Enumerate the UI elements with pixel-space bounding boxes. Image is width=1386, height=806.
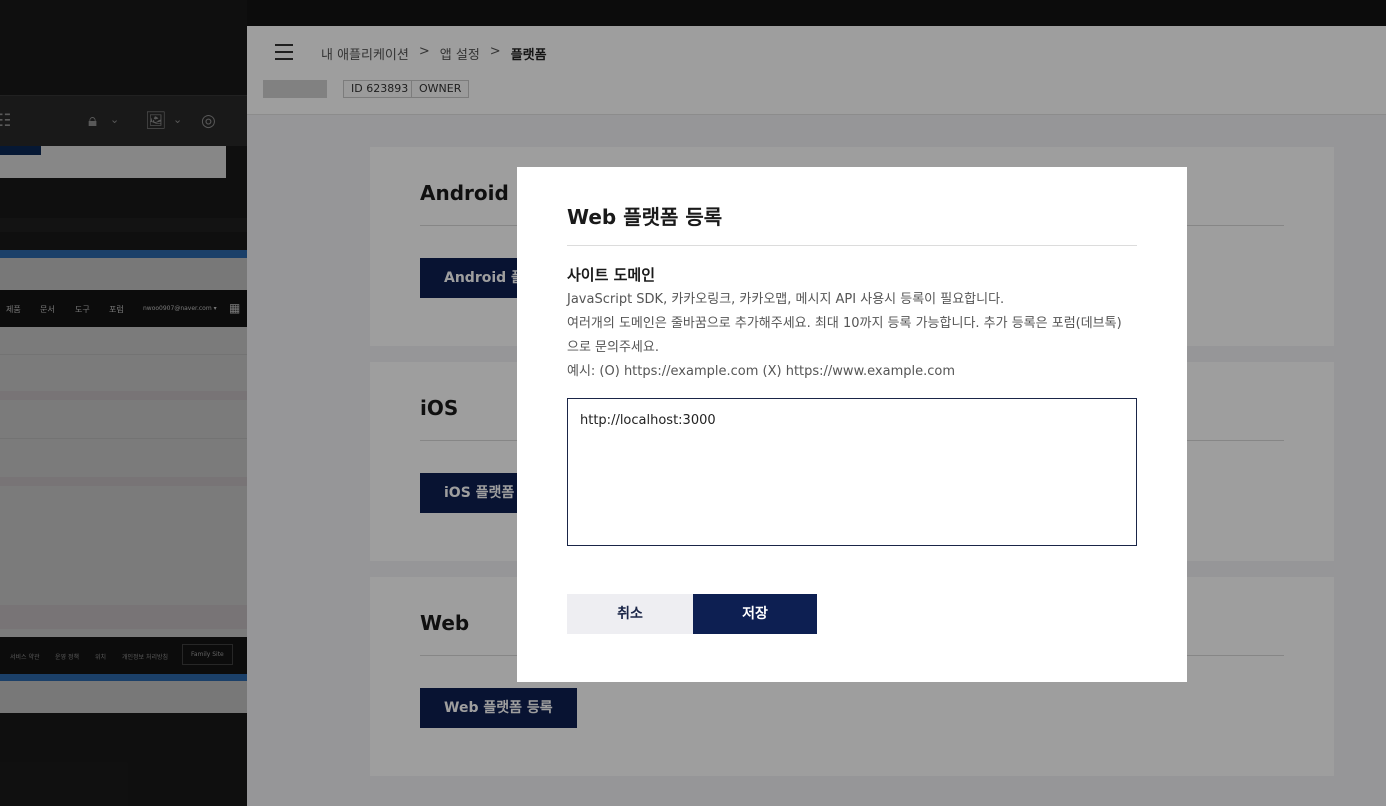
background-shade (0, 0, 247, 806)
description-line: 으로 문의주세요. (567, 340, 659, 355)
modal-title: Web 플랫폼 등록 (567, 205, 723, 229)
description-line: 예시: (O) https://example.com (X) https://… (567, 364, 955, 379)
save-button[interactable]: 저장 (693, 594, 817, 634)
site-domain-label: 사이트 도메인 (567, 266, 656, 284)
description-line: 여러개의 도메인은 줄바꿈으로 추가해주세요. 최대 10까지 등록 가능합니다… (567, 316, 1122, 331)
web-platform-register-modal: Web 플랫폼 등록 사이트 도메인 JavaScript SDK, 카카오링크… (517, 167, 1187, 682)
description-line: JavaScript SDK, 카카오링크, 카카오맵, 메시지 API 사용시… (567, 292, 1005, 307)
site-domain-input[interactable]: http://localhost:3000 (567, 398, 1137, 546)
site-domain-description: JavaScript SDK, 카카오링크, 카카오맵, 메시지 API 사용시… (567, 288, 1147, 384)
cancel-button[interactable]: 취소 (567, 594, 693, 634)
modal-divider (567, 245, 1137, 246)
background-window: ☷ 🔒︎ ⌄ 🖼︎ ⌄ ◎ 제품 문서 도구 포럼 nwoo0907@naver… (0, 0, 247, 806)
